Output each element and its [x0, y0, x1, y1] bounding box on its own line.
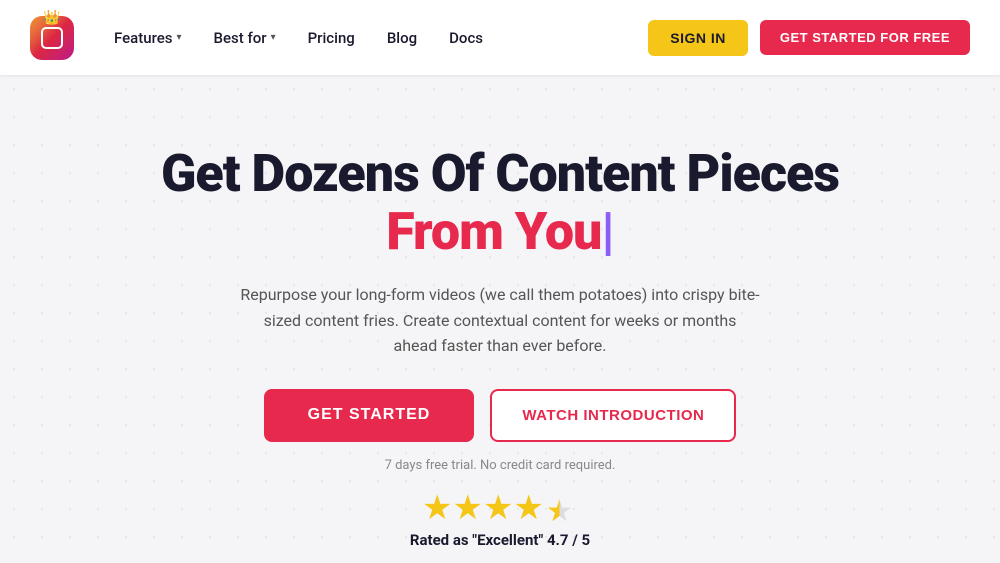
- nav-features[interactable]: Features ▾: [114, 29, 182, 47]
- chevron-down-icon: ▾: [271, 32, 276, 43]
- nav-docs[interactable]: Docs: [449, 29, 483, 47]
- rating-text: Rated as "Excellent" 4.7 / 5: [410, 531, 590, 549]
- star-3: ★: [483, 491, 513, 525]
- logo-crown-icon: 👑: [43, 10, 60, 26]
- star-4: ★: [513, 491, 543, 525]
- hero-section: Get Dozens Of Content Pieces From You| R…: [0, 75, 1000, 549]
- star-half-icon: ★: [544, 491, 578, 525]
- hero-title-from: From You: [386, 201, 601, 262]
- rating-container: ★ ★ ★ ★ ★ Rated as "Excellent" 4.7 / 5: [410, 491, 590, 549]
- hero-buttons: GET STARTED WATCH INTRODUCTION: [264, 389, 737, 442]
- nav-blog[interactable]: Blog: [387, 29, 417, 47]
- get-started-button[interactable]: GET STARTED: [264, 389, 475, 442]
- hero-title-line2: From You|: [386, 202, 613, 262]
- nav-actions: SIGN IN GET STARTED FOR FREE: [648, 20, 970, 56]
- nav-best-for[interactable]: Best for ▾: [214, 29, 276, 47]
- star-2: ★: [453, 491, 483, 525]
- nav-pricing[interactable]: Pricing: [308, 29, 355, 47]
- hero-cursor: |: [601, 201, 613, 262]
- svg-text:★: ★: [546, 495, 573, 525]
- navbar: 👑 Features ▾ Best for ▾ Pricing Blog Doc…: [0, 0, 1000, 75]
- signin-button[interactable]: SIGN IN: [648, 20, 748, 56]
- nav-links: Features ▾ Best for ▾ Pricing Blog Docs: [114, 29, 648, 47]
- chevron-down-icon: ▾: [176, 32, 181, 43]
- get-started-nav-button[interactable]: GET STARTED FOR FREE: [760, 20, 970, 55]
- stars: ★ ★ ★ ★ ★: [422, 491, 578, 525]
- logo[interactable]: 👑: [30, 16, 74, 60]
- hero-title-line1: Get Dozens Of Content Pieces: [161, 145, 839, 202]
- star-1: ★: [422, 491, 452, 525]
- watch-introduction-button[interactable]: WATCH INTRODUCTION: [490, 389, 736, 442]
- hero-subtitle: Repurpose your long-form videos (we call…: [240, 282, 760, 359]
- trial-text: 7 days free trial. No credit card requir…: [385, 458, 616, 473]
